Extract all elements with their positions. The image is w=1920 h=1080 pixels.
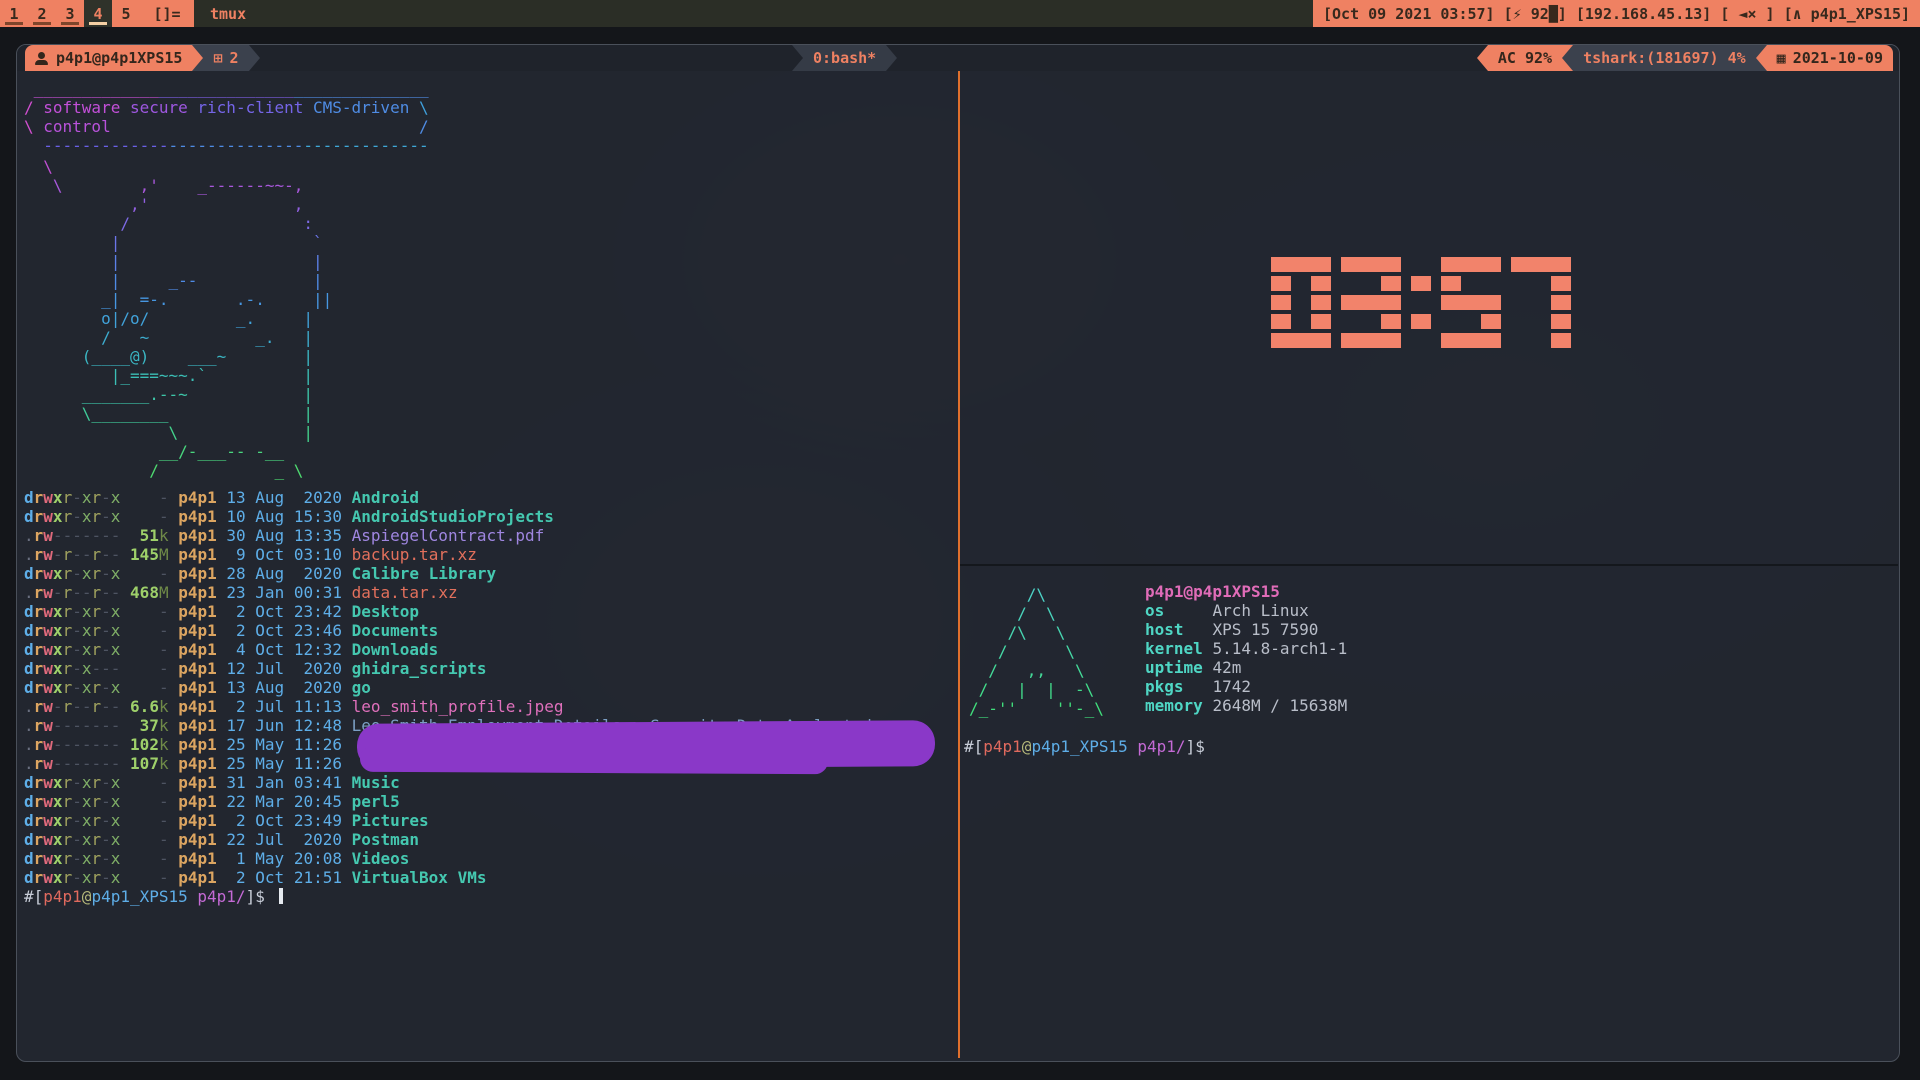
window-tab-label[interactable]: 0:bash*	[803, 45, 886, 71]
file-row: drwxr-xr-x - p4p1 31 Jan 03:41 Music	[24, 773, 901, 792]
workspace-button-2[interactable]: 2	[28, 0, 56, 27]
file-row: drwxr-x--- - p4p1 12 Jul 2020 ghidra_scr…	[24, 659, 901, 678]
neofetch-title: p4p1@p4p1XPS15	[1145, 582, 1347, 601]
window-count-label: 2	[229, 49, 238, 67]
system-info-panel: p4p1@p4p1XPS15 os Arch Linuxhost XPS 15 …	[1145, 582, 1347, 715]
process-cpu-segment: tshark:(181697) 4%	[1573, 45, 1756, 71]
focused-app-title: tmux	[210, 0, 246, 27]
system-info-row: kernel 5.14.8-arch1-1	[1145, 639, 1347, 658]
session-user-label: p4p1@p4p1XPS15	[56, 49, 182, 67]
file-row: .rw-r--r-- 145M p4p1 9 Oct 03:10 backup.…	[24, 545, 901, 564]
arch-linux-logo: /\ / \ /\ \ / \ / ,, \ / | | -\/_-'' ''-…	[969, 585, 1104, 718]
system-info-row: uptime 42m	[1145, 658, 1347, 677]
date-label: 2021-10-09	[1793, 49, 1883, 67]
tmux-status-bar: p4p1@p4p1XPS15 ⊞ 2 0:bash* AC 92% tshark…	[17, 45, 1899, 71]
tmux-window-tab[interactable]: 0:bash*	[792, 45, 897, 71]
file-row: .rw------- 51k p4p1 30 Aug 13:35 Aspiege…	[24, 526, 901, 545]
tmux-window-count-segment: ⊞ 2	[203, 45, 248, 71]
cowsay-speech-bubble: ________________________________________…	[24, 79, 429, 155]
workspace-button-3[interactable]: 3	[56, 0, 84, 27]
clock-colon	[1411, 257, 1431, 352]
file-row: drwxr-xr-x - p4p1 22 Mar 20:45 perl5	[24, 792, 901, 811]
workspace-button-5[interactable]: 5	[112, 0, 140, 27]
file-row: drwxr-xr-x - p4p1 13 Aug 2020 go	[24, 678, 901, 697]
powerline-arrow-icon	[886, 45, 897, 71]
file-row: drwxr-xr-x - p4p1 22 Jul 2020 Postman	[24, 830, 901, 849]
file-row: .rw-r--r-- 468M p4p1 23 Jan 00:31 data.t…	[24, 583, 901, 602]
redaction-marker	[360, 746, 828, 774]
file-row: drwxr-xr-x - p4p1 2 Oct 23:42 Desktop	[24, 602, 901, 621]
system-info-row: memory 2648M / 15638M	[1145, 696, 1347, 715]
powerline-arrow-icon	[1562, 45, 1573, 71]
powerline-arrow-icon	[1756, 45, 1767, 71]
powerline-arrow-icon	[792, 45, 803, 71]
text-cursor	[279, 888, 283, 904]
file-row: drwxr-xr-x - p4p1 28 Aug 2020 Calibre Li…	[24, 564, 901, 583]
file-row: drwxr-xr-x - p4p1 4 Oct 12:32 Downloads	[24, 640, 901, 659]
system-status-text: [Oct 09 2021 03:57] [⚡ 92█] [192.168.45.…	[1313, 0, 1920, 27]
workspace-switcher: 12345[]=	[0, 0, 194, 27]
layout-indicator: []=	[140, 0, 194, 27]
file-row: drwxr-xr-x - p4p1 2 Oct 21:51 VirtualBox…	[24, 868, 901, 887]
date-segment: ▦ 2021-10-09	[1767, 45, 1893, 71]
tmux-pane-divider-horizontal[interactable]	[960, 564, 1898, 566]
system-info-row: host XPS 15 7590	[1145, 620, 1347, 639]
i3-status-bar: 12345[]= tmux [Oct 09 2021 03:57] [⚡ 92█…	[0, 0, 1920, 27]
tmux-session-info: p4p1@p4p1XPS15 ⊞ 2	[25, 45, 260, 71]
powerline-arrow-icon	[1477, 45, 1488, 71]
file-row: drwxr-xr-x - p4p1 10 Aug 15:30 AndroidSt…	[24, 507, 901, 526]
file-row: drwxr-xr-x - p4p1 13 Aug 2020 Android	[24, 488, 901, 507]
tmux-session-segment: p4p1@p4p1XPS15	[25, 45, 192, 71]
file-row: drwxr-xr-x - p4p1 2 Oct 23:46 Documents	[24, 621, 901, 640]
shell-prompt[interactable]: #[p4p1@p4p1_XPS15 p4p1/]$	[24, 887, 283, 906]
tty-clock	[1271, 257, 1571, 352]
file-listing: drwxr-xr-x - p4p1 13 Aug 2020 Androiddrw…	[24, 488, 901, 887]
file-row: drwxr-xr-x - p4p1 2 Oct 23:49 Pictures	[24, 811, 901, 830]
tmux-status-right: AC 92% tshark:(181697) 4% ▦ 2021-10-09	[1477, 45, 1893, 71]
left-terminal-pane[interactable]: ________________________________________…	[24, 71, 958, 1061]
shell-prompt[interactable]: #[p4p1@p4p1_XPS15 p4p1/]$	[964, 737, 1205, 756]
clock-digit	[1271, 257, 1331, 352]
file-row: drwxr-xr-x - p4p1 1 May 20:08 Videos	[24, 849, 901, 868]
clock-digit	[1341, 257, 1401, 352]
clock-digit	[1511, 257, 1571, 352]
terminal-window: p4p1@p4p1XPS15 ⊞ 2 0:bash* AC 92% tshark…	[16, 44, 1900, 1062]
system-info-row: os Arch Linux	[1145, 601, 1347, 620]
workspace-button-1[interactable]: 1	[0, 0, 28, 27]
powerline-arrow-icon	[249, 45, 260, 71]
cowsay-ascii-art: \ \ ,' _------~~-, ,' , / : | ` | | | _-…	[24, 157, 332, 480]
windows-grid-icon: ⊞	[213, 49, 222, 67]
system-info-row: pkgs 1742	[1145, 677, 1347, 696]
power-status-segment: AC 92%	[1488, 45, 1562, 71]
workspace-button-4[interactable]: 4	[84, 0, 112, 27]
calendar-icon: ▦	[1777, 49, 1786, 67]
file-row: .rw-r--r-- 6.6k p4p1 2 Jul 11:13 leo_smi…	[24, 697, 901, 716]
powerline-arrow-icon	[192, 45, 203, 71]
user-icon	[35, 52, 48, 65]
clock-digit	[1441, 257, 1501, 352]
